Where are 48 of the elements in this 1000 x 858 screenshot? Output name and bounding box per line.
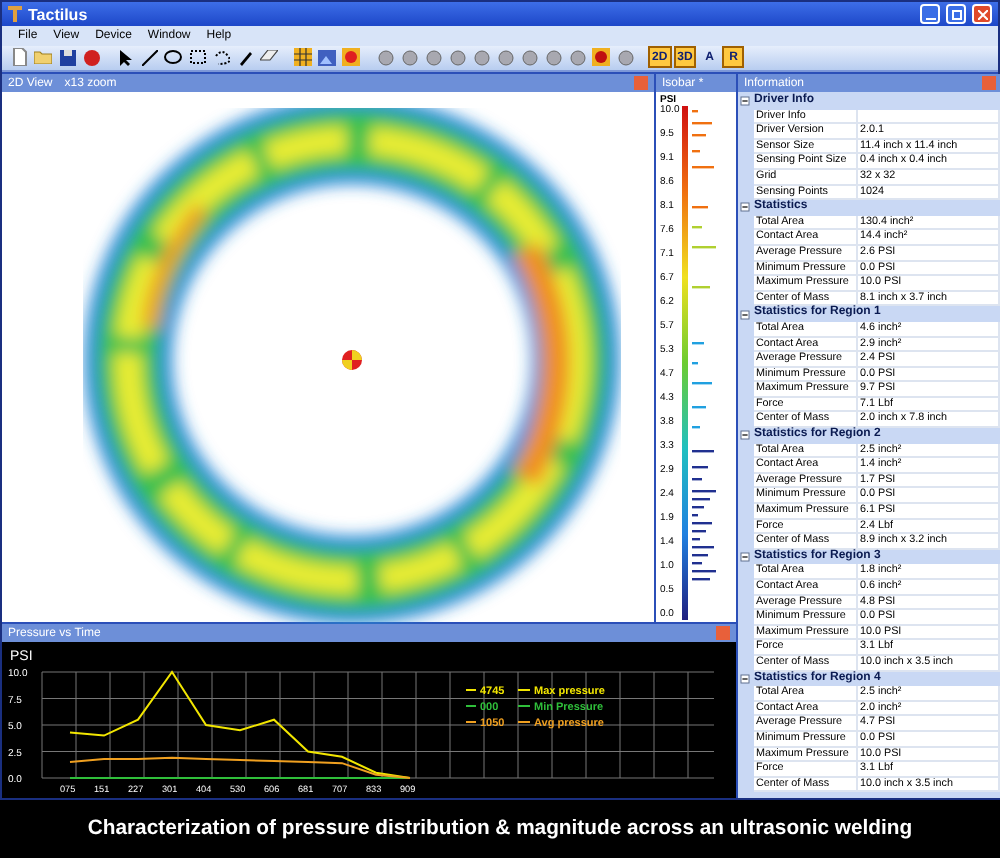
circle-icon (425, 49, 441, 66)
collapse-icon[interactable] (740, 202, 750, 213)
caption: Characterization of pressure distribution & magnitude across an ultrasonic welding (87, 818, 913, 840)
stop-icon (83, 49, 99, 66)
center-marker-icon (342, 350, 362, 370)
pointer-icon (119, 49, 131, 66)
maximize-button[interactable] (946, 4, 966, 25)
collapse-icon[interactable] (740, 673, 750, 684)
maximize-icon (951, 9, 961, 20)
circle-icon (377, 49, 393, 66)
heatmap-icon (342, 48, 360, 67)
toolbar-button[interactable] (234, 46, 256, 69)
grid-icon (294, 48, 312, 67)
toolbar-button[interactable] (186, 46, 208, 69)
circle-icon (617, 49, 633, 66)
circle-icon (401, 49, 417, 66)
pen-icon (237, 49, 253, 66)
rectangle-icon (189, 50, 205, 65)
collapse-icon[interactable] (740, 309, 750, 320)
eraser-icon (260, 50, 278, 65)
line-icon (141, 49, 157, 66)
toolbar-button[interactable] (114, 46, 136, 69)
save-icon (59, 49, 75, 66)
toolbar-button[interactable] (210, 46, 232, 69)
circle-icon (473, 49, 489, 66)
circle-icon (497, 49, 513, 66)
collapse-icon[interactable] (740, 430, 750, 441)
image-icon (318, 49, 336, 66)
lasso-icon (213, 49, 229, 66)
new-file-icon (11, 48, 27, 67)
ellipse-icon (164, 50, 182, 65)
toolbar-button[interactable] (56, 46, 78, 69)
toolbar-button[interactable] (292, 46, 314, 69)
close-icon (977, 9, 987, 20)
circle-icon (449, 49, 465, 66)
circle-icon (569, 49, 585, 66)
circle-icon (521, 49, 537, 66)
minimize-button[interactable] (920, 4, 940, 25)
folder-icon (34, 50, 52, 65)
close-button[interactable] (972, 4, 992, 25)
window-title: Tactilus (28, 5, 90, 24)
collapse-icon[interactable] (740, 96, 750, 107)
toolbar-button[interactable] (162, 46, 184, 69)
app-logo-icon (8, 6, 22, 23)
record-icon (592, 48, 610, 67)
toolbar-button[interactable] (138, 46, 160, 69)
collapse-icon[interactable] (740, 552, 750, 563)
circle-icon (545, 49, 561, 66)
